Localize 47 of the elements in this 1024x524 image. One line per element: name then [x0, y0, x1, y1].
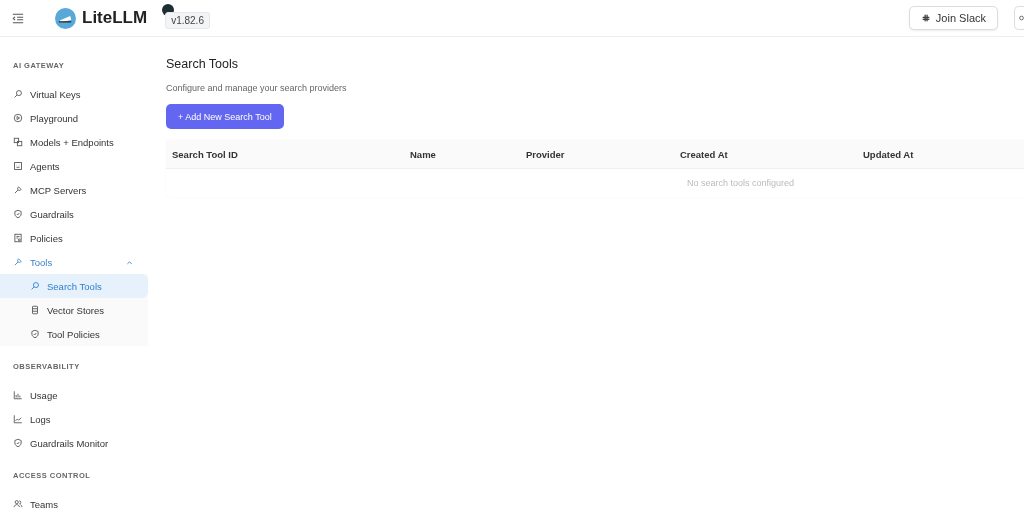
- logo-icon: [55, 7, 76, 29]
- line-chart-icon: [13, 414, 23, 424]
- sidebar-item[interactable]: Tool Policies: [0, 322, 148, 346]
- github-button[interactable]: [1014, 6, 1024, 30]
- column-header: Search Tool ID: [171, 148, 239, 160]
- circle-icon: [1019, 13, 1024, 23]
- bar-chart-icon: [13, 390, 23, 400]
- slack-button[interactable]: Join Slack: [908, 6, 998, 30]
- squares-icon: [13, 137, 23, 147]
- brand-name: LiteLLM: [82, 8, 148, 28]
- sidebar-item[interactable]: Guardrails Monitor: [0, 431, 148, 455]
- document-icon: [13, 233, 23, 243]
- column-header: Updated At: [862, 148, 915, 160]
- column-header: Name: [409, 148, 437, 160]
- sidebar-item[interactable]: MCP Servers: [0, 178, 148, 202]
- sidebar-item[interactable]: Search Tools: [0, 274, 148, 298]
- add-button[interactable]: + Add New Search Tool: [166, 104, 284, 129]
- search-icon: [13, 89, 23, 99]
- sidebar-item[interactable]: Logs: [0, 407, 148, 431]
- wrench-icon: [13, 257, 23, 267]
- sidebar-item[interactable]: Models + Endpoints: [0, 130, 148, 154]
- sidebar-item[interactable]: Usage: [0, 383, 148, 407]
- shield-icon: [13, 209, 23, 219]
- play-icon: [13, 113, 23, 123]
- sidebar-item[interactable]: Virtual Keys: [0, 82, 148, 106]
- menu-icon[interactable]: [12, 12, 24, 24]
- shield-icon: [30, 329, 40, 339]
- wrench-icon: [13, 185, 23, 195]
- sidebar-item[interactable]: Agents: [0, 154, 148, 178]
- database-icon: [30, 305, 40, 315]
- page-title: Search Tools: [166, 57, 240, 71]
- search-icon: [30, 281, 40, 291]
- sidebar-item[interactable]: Guardrails: [0, 202, 148, 226]
- sidebar-item[interactable]: Policies: [0, 226, 148, 250]
- empty-message: No search tools configured: [687, 178, 795, 188]
- sidebar-item[interactable]: Tools: [0, 250, 148, 274]
- slack-icon: [920, 13, 931, 23]
- sidebar-item[interactable]: Playground: [0, 106, 148, 130]
- sidebar-item[interactable]: Teams: [0, 492, 148, 516]
- sidebar-item[interactable]: Vector Stores: [0, 298, 148, 322]
- version-badge: v1.82.6: [165, 12, 210, 29]
- page-subtitle: Configure and manage your search providers: [166, 83, 348, 93]
- shield-icon: [13, 438, 23, 448]
- people-icon: [13, 499, 23, 509]
- column-header: Created At: [679, 148, 729, 160]
- chevron-icon[interactable]: [126, 259, 133, 265]
- column-header: Provider: [525, 148, 566, 160]
